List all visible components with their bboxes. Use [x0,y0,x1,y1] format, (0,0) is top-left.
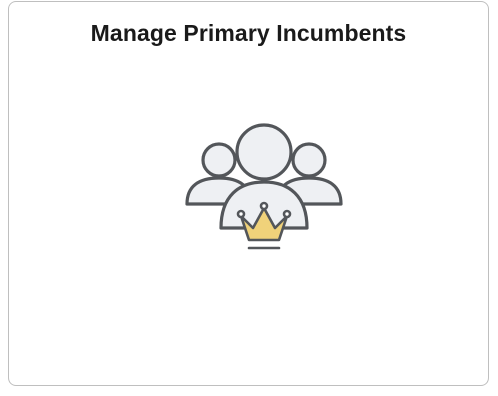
tile-title: Manage Primary Incumbents [90,20,407,46]
manage-primary-incumbents-tile[interactable]: Manage Primary Incumbents [8,1,489,386]
primary-incumbents-icon [185,123,343,250]
